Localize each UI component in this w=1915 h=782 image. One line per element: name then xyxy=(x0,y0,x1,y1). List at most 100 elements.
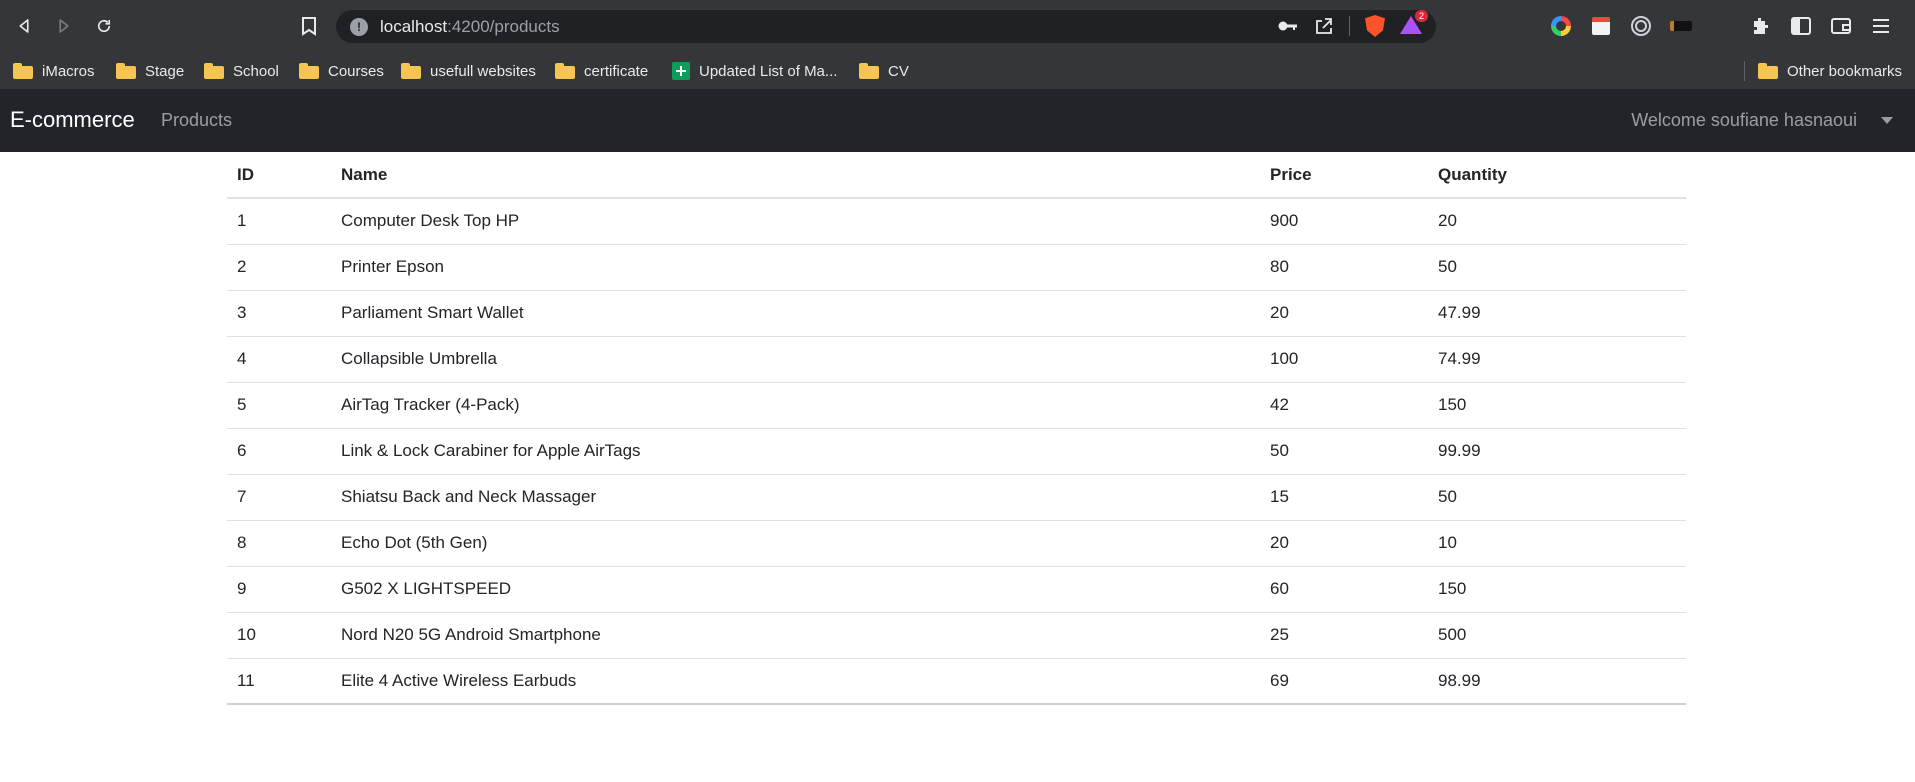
folder-icon xyxy=(116,63,136,79)
extension-target-icon[interactable] xyxy=(1630,15,1652,37)
cell-id: 11 xyxy=(227,658,331,705)
bookmark-page-button[interactable] xyxy=(298,14,320,38)
url-host: localhost xyxy=(380,16,448,36)
bookmark-courses[interactable]: Courses xyxy=(299,53,384,89)
cell-name: Echo Dot (5th Gen) xyxy=(331,520,1260,567)
folder-icon xyxy=(555,63,575,79)
cell-quantity: 74.99 xyxy=(1428,336,1686,383)
cell-price: 25 xyxy=(1260,612,1428,659)
table-row: 10 Nord N20 5G Android Smartphone 25 500 xyxy=(227,612,1686,659)
cell-name: AirTag Tracker (4-Pack) xyxy=(331,382,1260,429)
cell-name: G502 X LIGHTSPEED xyxy=(331,566,1260,613)
bookmarks-bar: iMacros Stage School Courses usefull web… xyxy=(0,53,1915,89)
bookmark-label: iMacros xyxy=(42,62,95,80)
brave-rewards-icon[interactable]: 2 xyxy=(1400,10,1428,37)
site-info-icon[interactable]: ! xyxy=(350,17,368,36)
key-icon[interactable] xyxy=(1277,15,1299,37)
share-icon[interactable] xyxy=(1313,15,1335,37)
bookmark-usefull-websites[interactable]: usefull websites xyxy=(401,53,536,89)
cell-price: 60 xyxy=(1260,566,1428,613)
folder-icon xyxy=(1758,63,1778,79)
cell-name: Collapsible Umbrella xyxy=(331,336,1260,383)
address-bar[interactable]: ! localhost:4200/products 2 xyxy=(336,10,1436,43)
folder-icon xyxy=(13,63,33,79)
cell-price: 80 xyxy=(1260,244,1428,291)
cell-id: 8 xyxy=(227,520,331,567)
cell-id: 6 xyxy=(227,428,331,475)
table-row: 7 Shiatsu Back and Neck Massager 15 50 xyxy=(227,474,1686,521)
brave-shields-icon[interactable] xyxy=(1364,15,1386,37)
column-header-quantity: Quantity xyxy=(1428,152,1686,199)
cell-quantity: 50 xyxy=(1428,244,1686,291)
divider xyxy=(1349,16,1350,36)
table-row: 3 Parliament Smart Wallet 20 47.99 xyxy=(227,290,1686,337)
bookmark-label: Stage xyxy=(145,62,185,80)
url-text[interactable]: localhost:4200/products xyxy=(380,17,560,37)
folder-icon xyxy=(299,63,319,79)
back-button[interactable] xyxy=(11,13,37,39)
bookmark-stage[interactable]: Stage xyxy=(116,53,184,89)
wallet-icon[interactable] xyxy=(1830,15,1852,37)
cell-price: 15 xyxy=(1260,474,1428,521)
cell-id: 10 xyxy=(227,612,331,659)
cell-name: Printer Epson xyxy=(331,244,1260,291)
table-row: 4 Collapsible Umbrella 100 74.99 xyxy=(227,336,1686,383)
cell-name: Shiatsu Back and Neck Massager xyxy=(331,474,1260,521)
extensions-puzzle-icon[interactable] xyxy=(1750,15,1772,37)
menu-icon[interactable] xyxy=(1870,15,1892,37)
forward-button[interactable] xyxy=(51,13,77,39)
bookmark-certificate[interactable]: certificate xyxy=(555,53,648,89)
bookmark-school[interactable]: School xyxy=(204,53,279,89)
cell-price: 69 xyxy=(1260,658,1428,705)
cell-id: 1 xyxy=(227,198,331,245)
column-header-name: Name xyxy=(331,152,1260,199)
divider xyxy=(1744,61,1745,81)
cell-price: 20 xyxy=(1260,290,1428,337)
forward-arrow-icon xyxy=(59,19,69,33)
bookmark-cv[interactable]: CV xyxy=(859,53,909,89)
other-bookmarks-label: Other bookmarks xyxy=(1787,62,1903,80)
user-dropdown-toggle[interactable]: Welcome soufiane hasnaoui xyxy=(1631,110,1893,131)
products-table: ID Name Price Quantity 1 Computer Desk To… xyxy=(227,152,1686,705)
google-sheets-icon xyxy=(672,62,690,80)
bookmark-label: certificate xyxy=(584,62,649,80)
reload-icon xyxy=(97,19,111,33)
cell-name: Parliament Smart Wallet xyxy=(331,290,1260,337)
bookmark-label: Courses xyxy=(328,62,384,80)
cell-price: 20 xyxy=(1260,520,1428,567)
cell-id: 2 xyxy=(227,244,331,291)
extension-calendar-icon[interactable] xyxy=(1590,15,1612,37)
cell-quantity: 150 xyxy=(1428,566,1686,613)
extension-dark-icon[interactable] xyxy=(1670,15,1692,37)
reload-button[interactable] xyxy=(91,13,117,39)
cell-name: Link & Lock Carabiner for Apple AirTags xyxy=(331,428,1260,475)
table-row: 11 Elite 4 Active Wireless Earbuds 69 98.99 xyxy=(227,658,1686,705)
extension-ring-icon[interactable] xyxy=(1550,15,1572,37)
bookmark-label: CV xyxy=(888,62,909,80)
table-row: 1 Computer Desk Top HP 900 20 xyxy=(227,198,1686,245)
cell-id: 7 xyxy=(227,474,331,521)
column-header-id: ID xyxy=(227,152,331,199)
bookmark-icon xyxy=(302,17,316,36)
bookmark-imacros[interactable]: iMacros xyxy=(13,53,95,89)
other-bookmarks[interactable]: Other bookmarks xyxy=(1758,53,1902,89)
rewards-badge: 2 xyxy=(1414,10,1428,22)
folder-icon xyxy=(859,63,879,79)
cell-name: Elite 4 Active Wireless Earbuds xyxy=(331,658,1260,705)
cell-quantity: 500 xyxy=(1428,612,1686,659)
nav-link-products[interactable]: Products xyxy=(161,110,232,131)
table-row: 9 G502 X LIGHTSPEED 60 150 xyxy=(227,566,1686,613)
app-navbar: E-commerce Products Welcome soufiane has… xyxy=(0,89,1915,152)
brand-link[interactable]: E-commerce xyxy=(10,107,135,133)
cell-price: 900 xyxy=(1260,198,1428,245)
table-row: 8 Echo Dot (5th Gen) 20 10 xyxy=(227,520,1686,567)
column-header-price: Price xyxy=(1260,152,1428,199)
cell-price: 100 xyxy=(1260,336,1428,383)
sidebar-toggle-icon[interactable] xyxy=(1790,15,1812,37)
folder-icon xyxy=(401,63,421,79)
bookmark-updated-list[interactable]: Updated List of Ma... xyxy=(672,53,837,89)
table-row: 5 AirTag Tracker (4-Pack) 42 150 xyxy=(227,382,1686,429)
cell-quantity: 47.99 xyxy=(1428,290,1686,337)
url-path: :4200/products xyxy=(447,16,560,36)
cell-id: 9 xyxy=(227,566,331,613)
